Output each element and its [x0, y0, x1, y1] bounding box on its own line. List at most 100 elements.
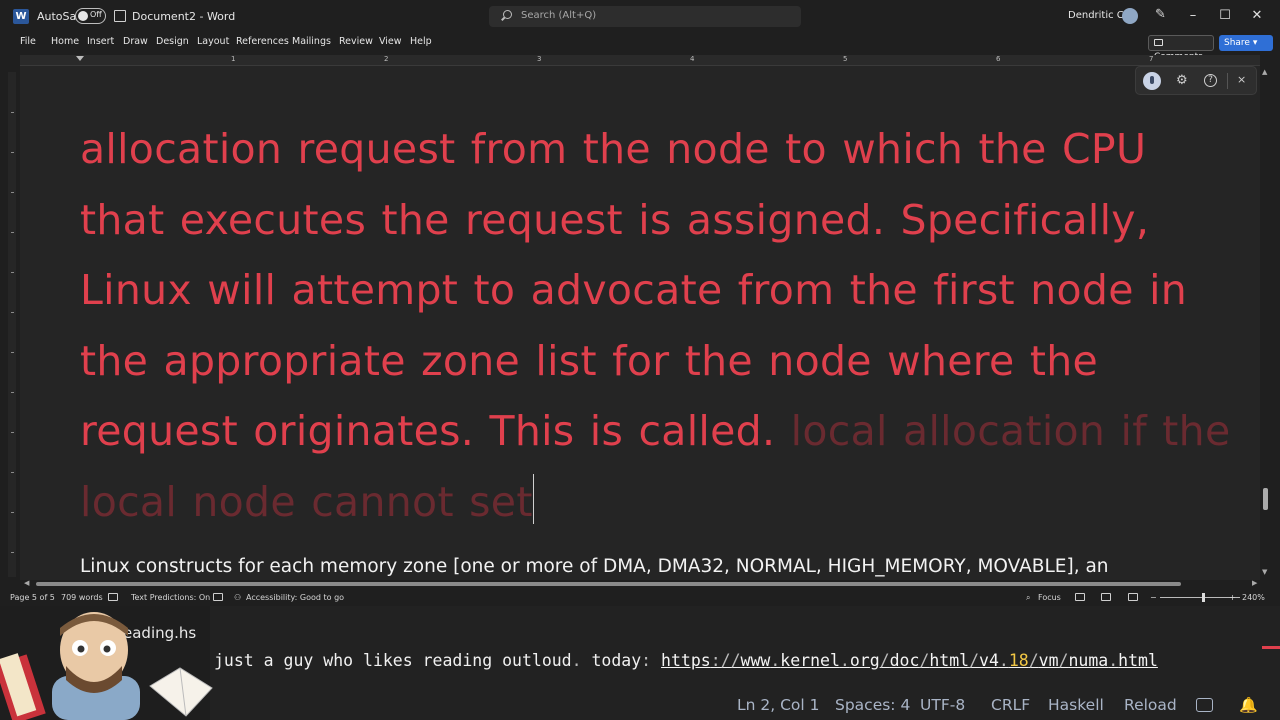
- line-ending[interactable]: CRLF: [991, 696, 1030, 714]
- ruler-number: 5: [843, 55, 848, 63]
- tab-references[interactable]: References: [236, 36, 289, 47]
- avatar[interactable]: [1122, 8, 1138, 24]
- tab-layout[interactable]: Layout: [197, 36, 229, 47]
- tab-home[interactable]: Home: [51, 36, 79, 47]
- url-part: v4: [979, 651, 999, 670]
- next-paragraph[interactable]: Linux constructs for each memory zone [o…: [80, 556, 1109, 577]
- tab-mailings[interactable]: Mailings: [292, 36, 331, 47]
- autosave-toggle[interactable]: Off: [75, 8, 106, 24]
- word-app-icon: W: [13, 9, 29, 24]
- zoom-in-icon[interactable]: +: [1229, 593, 1236, 602]
- tab-draw[interactable]: Draw: [123, 36, 148, 47]
- text-caret: [532, 473, 534, 524]
- cursor-position[interactable]: Ln 2, Col 1: [737, 696, 820, 714]
- document-paragraph[interactable]: allocation request from the node to whic…: [80, 114, 1240, 537]
- zoom-out-icon[interactable]: −: [1150, 593, 1157, 602]
- tab-file[interactable]: File: [20, 36, 36, 47]
- close-icon[interactable]: ×: [1237, 73, 1246, 86]
- read-mode-icon[interactable]: [1075, 593, 1085, 601]
- vertical-scrollbar-thumb[interactable]: [1263, 488, 1268, 510]
- ruler-number: 6: [996, 55, 1001, 63]
- ruler-number: 3: [537, 55, 542, 63]
- url-part: .: [1108, 651, 1119, 670]
- line-today: today: [581, 651, 642, 670]
- accessibility-icon: ⚇: [234, 593, 242, 602]
- page-count[interactable]: Page 5 of 5: [10, 593, 55, 602]
- url-part: .: [839, 651, 850, 670]
- ruler-number: 2: [384, 55, 389, 63]
- horizontal-ruler[interactable]: 1 2 3 4 5 6 7: [20, 55, 1260, 66]
- help-icon[interactable]: ?: [1204, 74, 1217, 87]
- zoom-slider[interactable]: [1160, 597, 1240, 598]
- reload-button[interactable]: Reload: [1124, 696, 1177, 714]
- ruler-tick: [11, 232, 14, 233]
- ribbon-tabs: File Home Insert Draw Design Layout Refe…: [0, 33, 1280, 53]
- tab-help[interactable]: Help: [410, 36, 432, 47]
- vertical-ruler: [8, 72, 16, 577]
- accessibility-status[interactable]: Accessibility: Good to go: [246, 593, 344, 602]
- share-label: Share: [1224, 38, 1250, 48]
- maximize-button[interactable]: ☐: [1215, 7, 1235, 25]
- print-layout-icon[interactable]: [1101, 593, 1111, 601]
- ruler-tick: [11, 272, 14, 273]
- scroll-up-icon[interactable]: ▲: [1262, 68, 1267, 76]
- focus-button[interactable]: Focus: [1038, 593, 1061, 602]
- scroll-right-icon[interactable]: ▶: [1252, 579, 1257, 587]
- search-icon: [503, 10, 512, 19]
- feedback-icon[interactable]: [1196, 698, 1213, 712]
- ruler-tick: [11, 152, 14, 153]
- zoom-slider-knob[interactable]: [1202, 593, 1205, 602]
- code-line[interactable]: just a guy who likes reading outloud. to…: [214, 651, 1158, 670]
- url-link[interactable]: https://www.kernel.org/doc/html/v4.18/vm…: [661, 651, 1158, 670]
- tab-insert[interactable]: Insert: [87, 36, 114, 47]
- ruler-number: 4: [690, 55, 695, 63]
- microphone-icon[interactable]: [1143, 72, 1161, 90]
- ruler-number: 7: [1149, 55, 1154, 63]
- keyboard-icon[interactable]: [213, 593, 223, 601]
- minimize-button[interactable]: –: [1183, 7, 1203, 25]
- word-count[interactable]: 709 words: [61, 593, 103, 602]
- tab-view[interactable]: View: [379, 36, 402, 47]
- scroll-left-icon[interactable]: ◀: [24, 579, 29, 587]
- toggle-knob: [78, 11, 88, 21]
- url-part: vm: [1038, 651, 1059, 670]
- gear-icon[interactable]: ⚙: [1176, 73, 1188, 88]
- document-canvas[interactable]: allocation request from the node to whic…: [20, 66, 1260, 580]
- search-placeholder: Search (Alt+Q): [521, 10, 597, 21]
- close-button[interactable]: ✕: [1247, 7, 1267, 25]
- horizontal-scrollbar[interactable]: [26, 580, 1254, 588]
- url-part: /: [919, 651, 930, 670]
- text-predictions[interactable]: Text Predictions: On: [131, 593, 210, 602]
- ruler-number: 1: [231, 55, 236, 63]
- bell-icon[interactable]: 🔔: [1239, 696, 1258, 714]
- language-mode[interactable]: Haskell: [1048, 696, 1104, 714]
- url-part: html: [1118, 651, 1158, 670]
- url-part: .: [770, 651, 781, 670]
- character-icon: [52, 612, 140, 720]
- proofing-icon[interactable]: [108, 593, 118, 601]
- tab-design[interactable]: Design: [156, 36, 189, 47]
- url-part: ://: [710, 651, 741, 670]
- divider: [1227, 73, 1228, 89]
- indentation[interactable]: Spaces: 4: [835, 696, 910, 714]
- ruler-tick: [11, 512, 14, 513]
- web-layout-icon[interactable]: [1128, 593, 1138, 601]
- url-part: html: [929, 651, 970, 670]
- pen-icon[interactable]: ✎: [1155, 8, 1169, 22]
- open-book-icon: [149, 667, 213, 717]
- ruler-tick: [11, 352, 14, 353]
- save-icon[interactable]: [114, 10, 126, 22]
- tab-review[interactable]: Review: [339, 36, 373, 47]
- search-box[interactable]: Search (Alt+Q): [489, 6, 801, 27]
- punctuation: .: [571, 651, 582, 670]
- zoom-level[interactable]: 240%: [1242, 593, 1265, 602]
- url-part: org: [849, 651, 880, 670]
- scroll-down-icon[interactable]: ▼: [1262, 568, 1267, 576]
- horizontal-scrollbar-thumb[interactable]: [36, 582, 1181, 586]
- ruler-tick: [11, 432, 14, 433]
- encoding[interactable]: UTF-8: [920, 696, 965, 714]
- indent-marker[interactable]: [76, 56, 84, 61]
- share-button[interactable]: Share ▾: [1219, 35, 1273, 51]
- comments-button[interactable]: Comments: [1148, 35, 1214, 62]
- dictation-toolbar: ⚙ ? ×: [1135, 66, 1257, 95]
